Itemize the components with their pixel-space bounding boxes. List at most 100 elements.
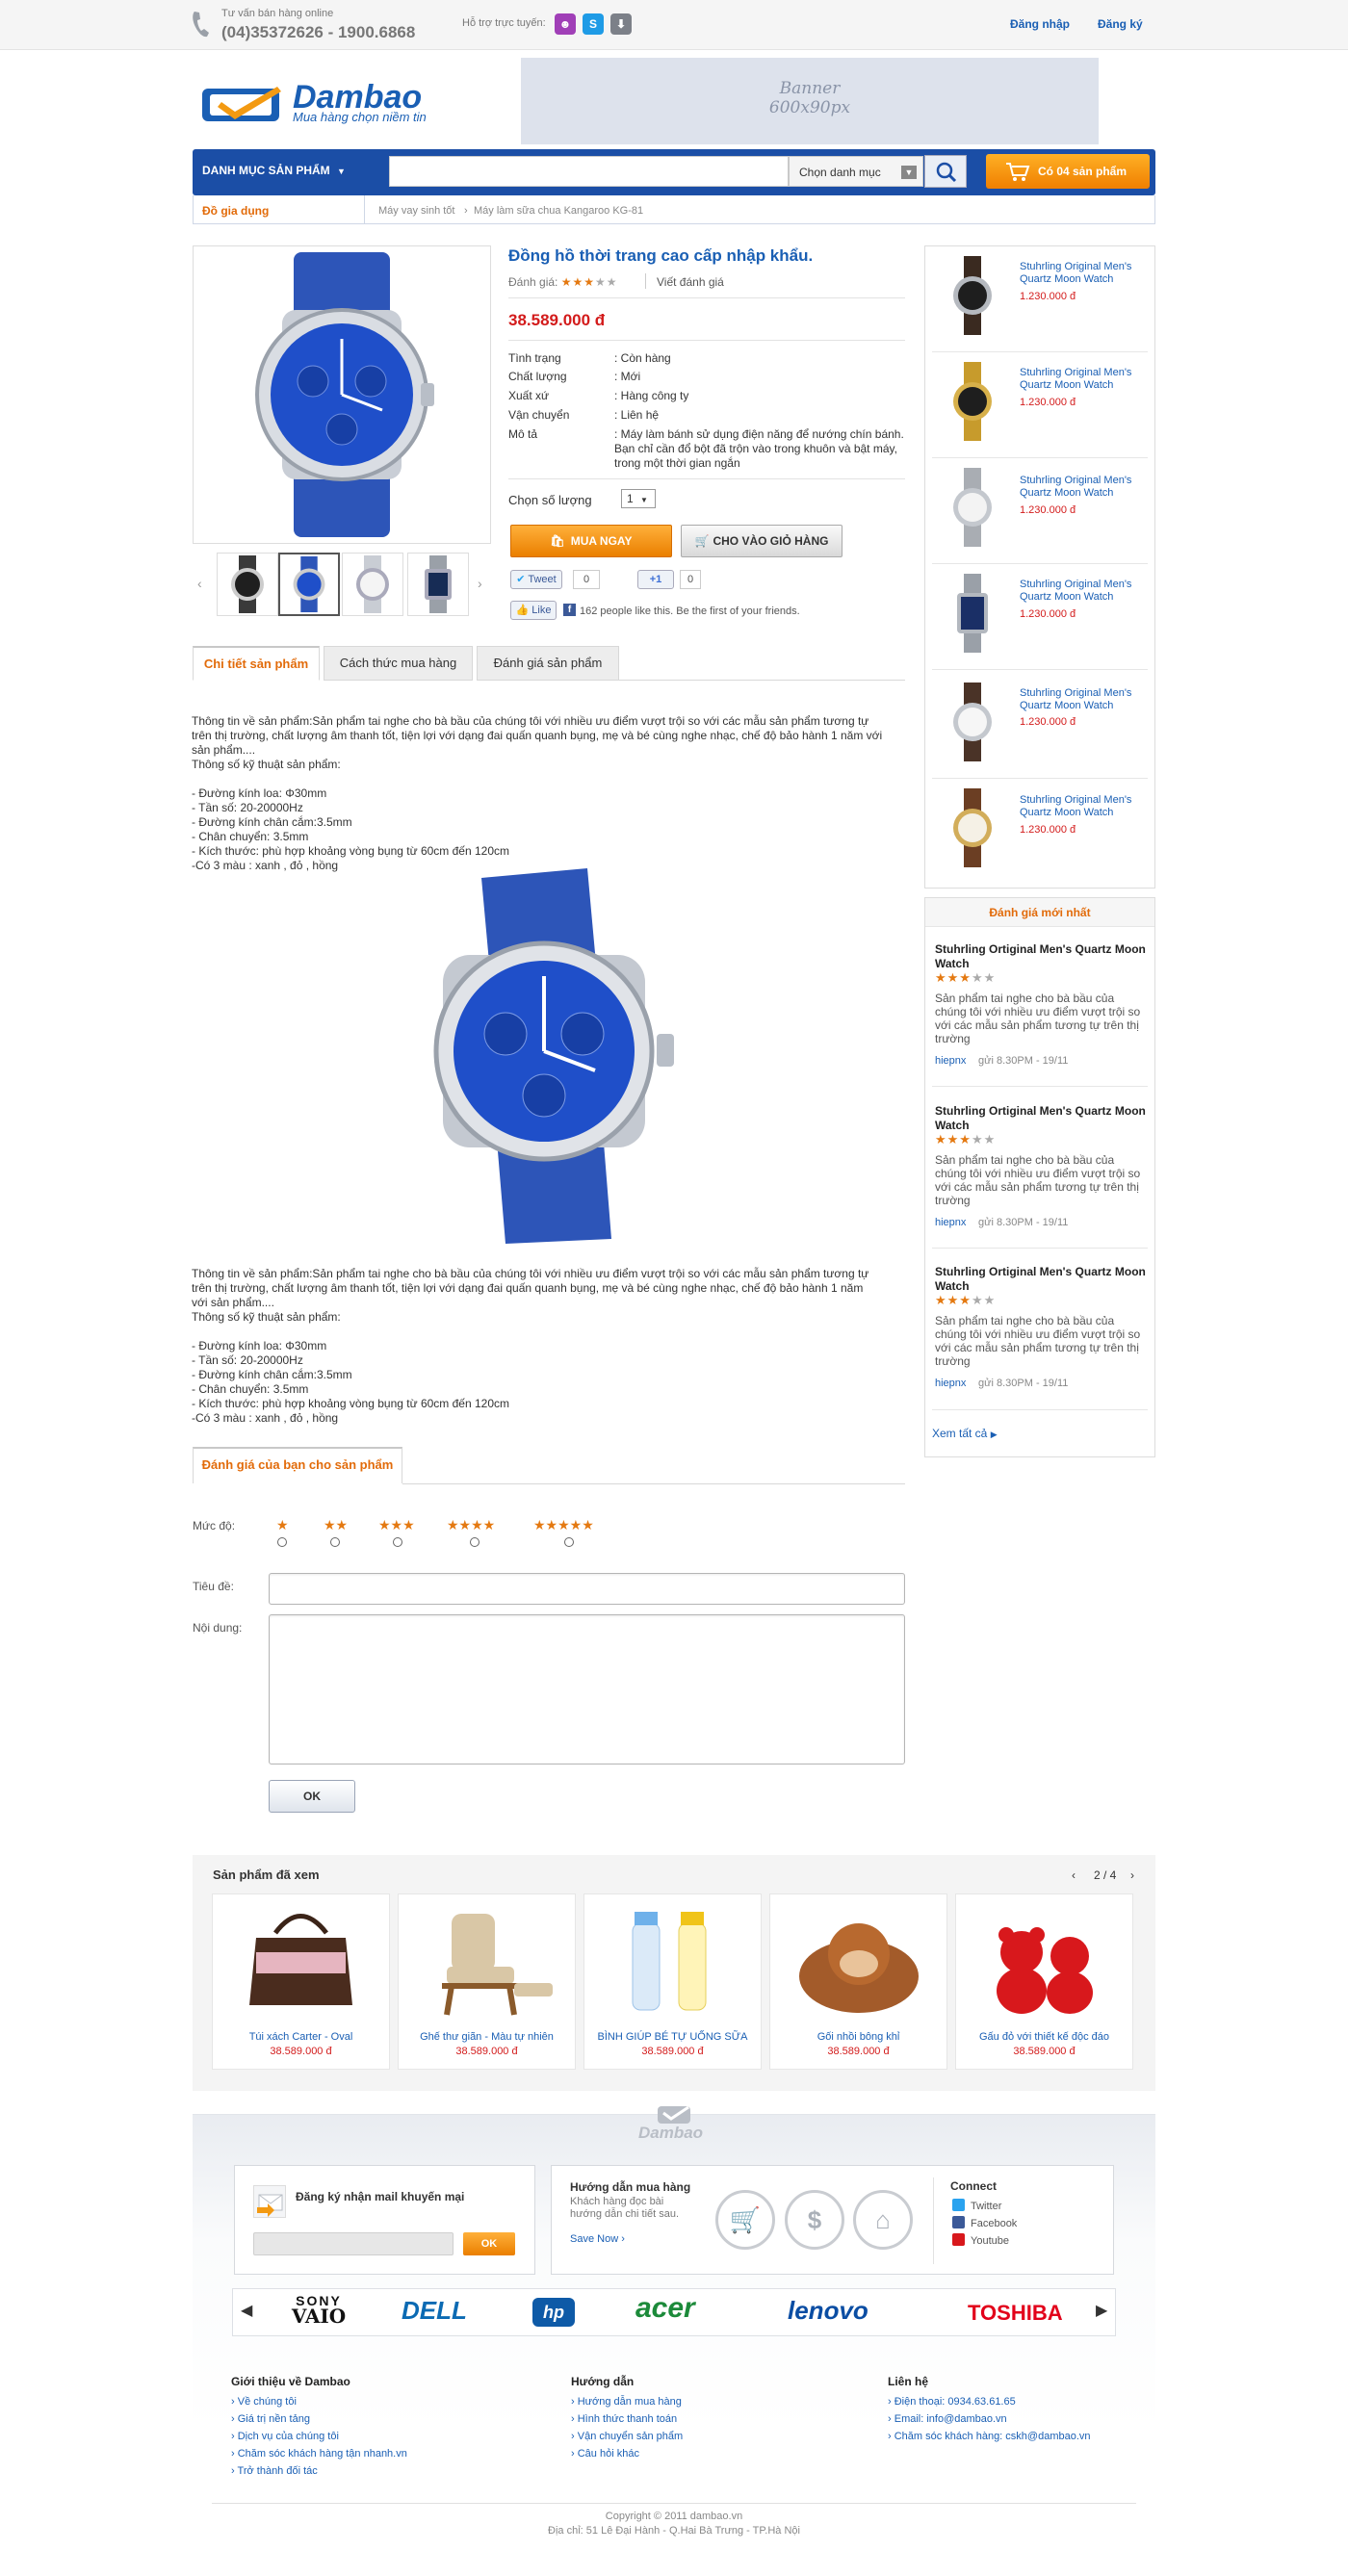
breadcrumb-item[interactable]: Máy vay sinh tốt <box>378 205 454 217</box>
review-title-input[interactable] <box>269 1573 905 1605</box>
rating-radio-2[interactable] <box>330 1537 340 1547</box>
footer-link[interactable]: Dịch vụ của chúng tôi <box>231 2431 339 2442</box>
google-plus-button[interactable]: +1 <box>637 570 674 589</box>
tab-your-review[interactable]: Đánh giá của bạn cho sản phẩm <box>193 1447 402 1483</box>
home-icon[interactable]: ⌂ <box>853 2190 913 2250</box>
search-input[interactable] <box>389 156 789 187</box>
footer-link[interactable]: Hướng dẫn mua hàng <box>571 2396 682 2408</box>
sidebar-product-name[interactable]: Stuhrling Original Men's Quartz Moon Wat… <box>1020 367 1145 392</box>
footer-link[interactable]: Trở thành đối tác <box>231 2465 318 2477</box>
sidebar-product-name[interactable]: Stuhrling Original Men's Quartz Moon Wat… <box>1020 475 1145 500</box>
watch-image[interactable] <box>939 570 1006 657</box>
write-review-link[interactable]: Viết đánh giá <box>657 275 724 289</box>
connect-facebook[interactable]: Facebook <box>952 2216 1017 2229</box>
viewed-product-card[interactable] <box>955 1893 1133 2070</box>
watch-image[interactable] <box>939 252 1006 339</box>
sidebar-product-name[interactable]: Stuhrling Original Men's Quartz Moon Wat… <box>1020 794 1145 819</box>
review-product-title[interactable]: Stuhrling Ortiginal Men's Quartz Moon Wa… <box>935 1104 1147 1133</box>
footer-link[interactable]: Email: info@dambao.vn <box>888 2413 1007 2425</box>
viewed-product-card[interactable] <box>769 1893 947 2070</box>
sidebar-product-name[interactable]: Stuhrling Original Men's Quartz Moon Wat… <box>1020 687 1145 712</box>
watch-image[interactable] <box>939 358 1006 445</box>
sidebar-product-name[interactable]: Stuhrling Original Men's Quartz Moon Wat… <box>1020 261 1145 286</box>
viewed-product-name[interactable]: Gấu đỏ với thiết kế độc đáo <box>955 2031 1133 2043</box>
viewed-product-name[interactable]: Gối nhồi bông khỉ <box>769 2031 947 2043</box>
viewed-product-card[interactable] <box>398 1893 576 2070</box>
footer-link[interactable]: Điện thoại: 0934.63.61.65 <box>888 2396 1016 2408</box>
review-product-title[interactable]: Stuhrling Ortiginal Men's Quartz Moon Wa… <box>935 1265 1147 1294</box>
brand-sony-vaio[interactable]: SONY VAIO <box>280 2293 357 2326</box>
search-button[interactable] <box>924 155 967 188</box>
footer-logo[interactable]: Dambao <box>631 2104 717 2143</box>
breadcrumb-category[interactable]: Đồ gia dụng <box>202 204 269 218</box>
breadcrumb-item[interactable]: Máy làm sữa chua Kangaroo KG-81 <box>474 205 643 217</box>
viewed-product-card[interactable] <box>583 1893 762 2070</box>
footer-link[interactable]: Hình thức thanh toán <box>571 2413 677 2425</box>
connect-twitter[interactable]: Twitter <box>952 2199 1001 2212</box>
brand-hp[interactable]: hp <box>532 2298 575 2327</box>
submit-review-button[interactable]: OK <box>269 1780 355 1813</box>
prev-page-icon[interactable]: ‹ <box>1072 1868 1076 1882</box>
watch-image[interactable] <box>939 785 1006 871</box>
brand-acer[interactable]: acer <box>635 2292 695 2325</box>
download-icon[interactable]: ⬇ <box>610 13 632 35</box>
review-user[interactable]: hiepnx <box>935 1217 966 1228</box>
category-menu-button[interactable]: DANH MỤC SẢN PHẨM ▼ <box>202 164 346 177</box>
connect-youtube[interactable]: Youtube <box>952 2233 1009 2247</box>
buy-now-button[interactable]: 🛍 MUA NGAY <box>510 525 672 557</box>
watch-image[interactable] <box>939 464 1006 551</box>
yahoo-messenger-icon[interactable]: ☻ <box>555 13 576 35</box>
product-thumbnail[interactable] <box>217 553 278 616</box>
register-link[interactable]: Đăng ký <box>1098 17 1143 31</box>
review-user[interactable]: hiepnx <box>935 1055 966 1067</box>
viewed-product-card[interactable] <box>212 1893 390 2070</box>
brand-toshiba[interactable]: TOSHIBA <box>968 2301 1063 2326</box>
footer-link[interactable]: Chăm sóc khách hàng: cskh@dambao.vn <box>888 2431 1091 2442</box>
product-main-image[interactable] <box>193 245 491 544</box>
product-thumbnail[interactable] <box>342 553 403 616</box>
brand-dell[interactable]: DELL <box>402 2296 467 2326</box>
product-thumbnail[interactable] <box>407 553 469 616</box>
tab-how-to-buy[interactable]: Cách thức mua hàng <box>324 646 473 681</box>
thumbnail-prev-icon[interactable]: ‹ <box>197 576 202 591</box>
viewed-product-name[interactable]: Ghế thư giãn - Màu tự nhiên <box>398 2031 576 2043</box>
save-now-link[interactable]: Save Now › <box>570 2233 625 2245</box>
brand-lenovo[interactable]: lenovo <box>788 2296 868 2326</box>
sidebar-product-name[interactable]: Stuhrling Original Men's Quartz Moon Wat… <box>1020 579 1145 604</box>
quantity-select[interactable]: 1 ▼ <box>621 489 656 508</box>
footer-link[interactable]: Câu hỏi khác <box>571 2448 639 2460</box>
footer-link[interactable]: Về chúng tôi <box>231 2396 297 2408</box>
next-page-icon[interactable]: › <box>1130 1868 1134 1882</box>
footer-link[interactable]: Chăm sóc khách hàng tận nhanh.vn <box>231 2448 407 2460</box>
rating-radio-1[interactable] <box>277 1537 287 1547</box>
header-banner[interactable]: Banner 600x90px <box>521 58 1099 144</box>
see-all-reviews-link[interactable]: Xem tất cả ▶ <box>932 1427 998 1440</box>
review-user[interactable]: hiepnx <box>935 1378 966 1389</box>
viewed-product-name[interactable]: BÌNH GIÚP BÉ TỰ UỐNG SỮA <box>583 2031 762 2043</box>
newsletter-email-input[interactable] <box>253 2232 454 2255</box>
tab-reviews[interactable]: Đánh giá sản phẩm <box>477 646 619 681</box>
review-content-textarea[interactable] <box>269 1614 905 1765</box>
product-thumbnail-selected[interactable] <box>278 553 340 616</box>
viewed-product-name[interactable]: Túi xách Carter - Oval <box>212 2031 390 2043</box>
login-link[interactable]: Đăng nhập <box>1010 17 1070 31</box>
dollar-icon[interactable]: $ <box>785 2190 844 2250</box>
rating-radio-3[interactable] <box>393 1537 402 1547</box>
cart-icon[interactable]: 🛒 <box>715 2190 775 2250</box>
footer-link[interactable]: Vận chuyển sản phẩm <box>571 2431 683 2442</box>
rating-radio-5[interactable] <box>564 1537 574 1547</box>
rating-radio-4[interactable] <box>470 1537 480 1547</box>
tab-details[interactable]: Chi tiết sản phẩm <box>193 646 320 681</box>
add-to-cart-button[interactable]: 🛒 CHO VÀO GIỎ HÀNG <box>681 525 842 557</box>
review-product-title[interactable]: Stuhrling Ortiginal Men's Quartz Moon Wa… <box>935 942 1147 971</box>
thumbnail-next-icon[interactable]: › <box>478 576 482 591</box>
footer-link[interactable]: Giá trị nền tảng <box>231 2413 310 2425</box>
search-category-select[interactable]: Chọn danh mục ▼ <box>789 156 923 187</box>
tweet-button[interactable]: ✔ Tweet <box>510 570 562 589</box>
brand-next-icon[interactable]: ▶ <box>1096 2301 1107 2320</box>
facebook-like-button[interactable]: 👍 Like <box>510 601 557 620</box>
watch-image[interactable] <box>939 679 1006 765</box>
newsletter-submit-button[interactable]: OK <box>463 2232 515 2255</box>
cart-button[interactable]: Có 04 sản phẩm <box>986 154 1150 189</box>
brand-prev-icon[interactable]: ◀ <box>241 2301 252 2320</box>
